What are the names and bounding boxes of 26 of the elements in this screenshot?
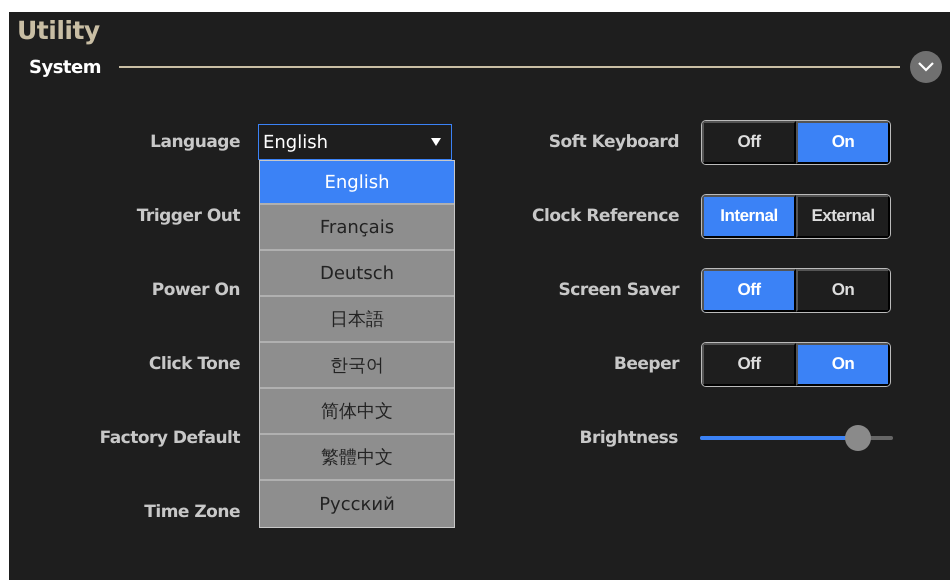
dropdown-option[interactable]: English	[260, 161, 454, 205]
setting-label: Factory Default	[98, 428, 240, 448]
toggle-option[interactable]: Off	[702, 120, 796, 164]
caret-icon	[431, 138, 441, 146]
setting-label: Time Zone	[143, 502, 240, 522]
toggle-option[interactable]: External	[796, 194, 890, 238]
setting-label: Power On	[150, 280, 240, 300]
setting-label: Soft Keyboard	[548, 132, 679, 152]
toggle-option[interactable]: Internal	[702, 194, 796, 238]
toggle-option[interactable]: On	[796, 268, 890, 312]
page-title: Utility	[17, 16, 100, 45]
setting-label: Trigger Out	[136, 206, 240, 226]
slider-thumb[interactable]	[845, 425, 872, 451]
toggle-option[interactable]: On	[796, 120, 890, 164]
toggle-option[interactable]: Off	[702, 268, 796, 312]
toggle-option[interactable]: On	[796, 342, 890, 386]
setting-label: Click Tone	[148, 354, 240, 374]
setting-label: Clock Reference	[531, 206, 679, 226]
setting-label: Beeper	[612, 354, 679, 374]
chevron-down-icon	[917, 61, 935, 73]
collapse-button[interactable]	[910, 51, 942, 83]
section-title: System	[29, 56, 101, 78]
setting-label: Language	[149, 132, 240, 152]
setting-label: Brightness	[578, 428, 678, 448]
toggle-option[interactable]: Off	[702, 342, 796, 386]
setting-label: Screen Saver	[558, 280, 679, 300]
